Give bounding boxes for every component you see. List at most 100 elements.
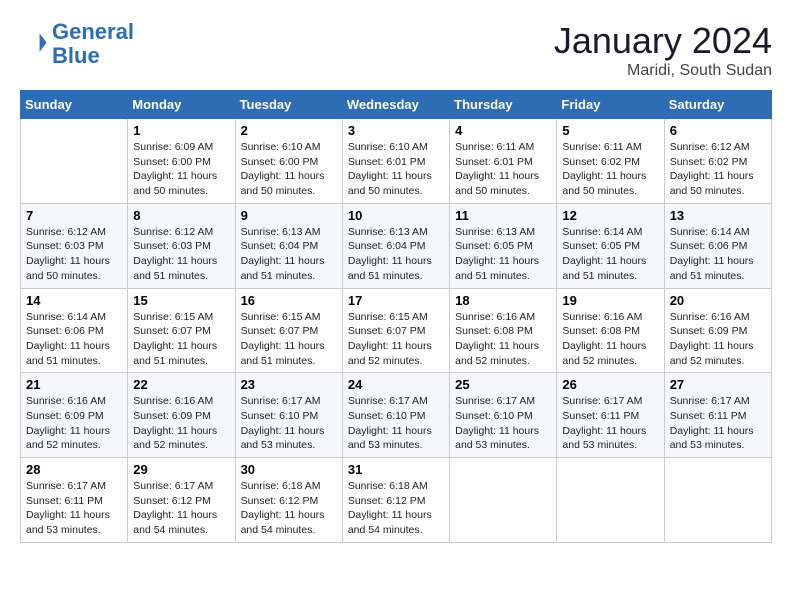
sunrise-label: Sunrise: 6:17 AM: [455, 395, 535, 407]
calendar-cell: 23 Sunrise: 6:17 AM Sunset: 6:10 PM Dayl…: [235, 373, 342, 458]
calendar-cell: 14 Sunrise: 6:14 AM Sunset: 6:06 PM Dayl…: [21, 288, 128, 373]
col-thursday: Thursday: [450, 91, 557, 119]
col-friday: Friday: [557, 91, 664, 119]
daylight-label: Daylight: 11 hours and 52 minutes.: [26, 425, 110, 452]
calendar-cell: 6 Sunrise: 6:12 AM Sunset: 6:02 PM Dayli…: [664, 119, 771, 204]
calendar-cell: 9 Sunrise: 6:13 AM Sunset: 6:04 PM Dayli…: [235, 203, 342, 288]
daylight-label: Daylight: 11 hours and 54 minutes.: [241, 509, 325, 536]
calendar-cell: 1 Sunrise: 6:09 AM Sunset: 6:00 PM Dayli…: [128, 119, 235, 204]
day-info: Sunrise: 6:11 AM Sunset: 6:01 PM Dayligh…: [455, 140, 551, 199]
sunset-label: Sunset: 6:12 PM: [133, 495, 211, 507]
calendar-cell: 10 Sunrise: 6:13 AM Sunset: 6:04 PM Dayl…: [342, 203, 449, 288]
day-info: Sunrise: 6:17 AM Sunset: 6:10 PM Dayligh…: [348, 394, 444, 453]
col-saturday: Saturday: [664, 91, 771, 119]
day-info: Sunrise: 6:17 AM Sunset: 6:10 PM Dayligh…: [455, 394, 551, 453]
calendar-cell: 5 Sunrise: 6:11 AM Sunset: 6:02 PM Dayli…: [557, 119, 664, 204]
sunset-label: Sunset: 6:05 PM: [562, 240, 640, 252]
daylight-label: Daylight: 11 hours and 52 minutes.: [133, 425, 217, 452]
location-title: Maridi, South Sudan: [554, 62, 772, 80]
day-info: Sunrise: 6:16 AM Sunset: 6:08 PM Dayligh…: [562, 310, 658, 369]
sunrise-label: Sunrise: 6:15 AM: [133, 311, 213, 323]
sunset-label: Sunset: 6:02 PM: [670, 156, 748, 168]
daylight-label: Daylight: 11 hours and 52 minutes.: [348, 340, 432, 367]
logo-icon: [20, 30, 48, 58]
calendar-cell: 27 Sunrise: 6:17 AM Sunset: 6:11 PM Dayl…: [664, 373, 771, 458]
sunset-label: Sunset: 6:09 PM: [133, 410, 211, 422]
day-number: 10: [348, 208, 444, 223]
sunrise-label: Sunrise: 6:17 AM: [133, 480, 213, 492]
col-tuesday: Tuesday: [235, 91, 342, 119]
calendar-week-1: 7 Sunrise: 6:12 AM Sunset: 6:03 PM Dayli…: [21, 203, 772, 288]
daylight-label: Daylight: 11 hours and 51 minutes.: [241, 255, 325, 282]
sunset-label: Sunset: 6:01 PM: [348, 156, 426, 168]
daylight-label: Daylight: 11 hours and 53 minutes.: [455, 425, 539, 452]
sunrise-label: Sunrise: 6:13 AM: [348, 226, 428, 238]
sunrise-label: Sunrise: 6:17 AM: [348, 395, 428, 407]
day-info: Sunrise: 6:17 AM Sunset: 6:11 PM Dayligh…: [562, 394, 658, 453]
sunrise-label: Sunrise: 6:16 AM: [133, 395, 213, 407]
sunrise-label: Sunrise: 6:15 AM: [241, 311, 321, 323]
calendar-cell: [21, 119, 128, 204]
calendar-cell: 11 Sunrise: 6:13 AM Sunset: 6:05 PM Dayl…: [450, 203, 557, 288]
day-info: Sunrise: 6:14 AM Sunset: 6:06 PM Dayligh…: [670, 225, 766, 284]
sunset-label: Sunset: 6:01 PM: [455, 156, 533, 168]
sunset-label: Sunset: 6:11 PM: [562, 410, 639, 422]
day-info: Sunrise: 6:12 AM Sunset: 6:02 PM Dayligh…: [670, 140, 766, 199]
day-number: 28: [26, 462, 122, 477]
day-info: Sunrise: 6:13 AM Sunset: 6:04 PM Dayligh…: [241, 225, 337, 284]
logo-general: General: [52, 19, 134, 44]
sunset-label: Sunset: 6:08 PM: [562, 325, 640, 337]
sunrise-label: Sunrise: 6:14 AM: [670, 226, 750, 238]
daylight-label: Daylight: 11 hours and 50 minutes.: [670, 170, 754, 197]
daylight-label: Daylight: 11 hours and 52 minutes.: [455, 340, 539, 367]
sunrise-label: Sunrise: 6:12 AM: [133, 226, 213, 238]
calendar-header-row: Sunday Monday Tuesday Wednesday Thursday…: [21, 91, 772, 119]
day-number: 8: [133, 208, 229, 223]
day-number: 23: [241, 377, 337, 392]
calendar-cell: 8 Sunrise: 6:12 AM Sunset: 6:03 PM Dayli…: [128, 203, 235, 288]
day-info: Sunrise: 6:11 AM Sunset: 6:02 PM Dayligh…: [562, 140, 658, 199]
sunset-label: Sunset: 6:09 PM: [670, 325, 748, 337]
day-info: Sunrise: 6:18 AM Sunset: 6:12 PM Dayligh…: [241, 479, 337, 538]
sunrise-label: Sunrise: 6:16 AM: [562, 311, 642, 323]
sunset-label: Sunset: 6:07 PM: [348, 325, 426, 337]
day-number: 24: [348, 377, 444, 392]
calendar-cell: 4 Sunrise: 6:11 AM Sunset: 6:01 PM Dayli…: [450, 119, 557, 204]
sunset-label: Sunset: 6:04 PM: [348, 240, 426, 252]
calendar-cell: 2 Sunrise: 6:10 AM Sunset: 6:00 PM Dayli…: [235, 119, 342, 204]
calendar-cell: 22 Sunrise: 6:16 AM Sunset: 6:09 PM Dayl…: [128, 373, 235, 458]
calendar-cell: 26 Sunrise: 6:17 AM Sunset: 6:11 PM Dayl…: [557, 373, 664, 458]
calendar-cell: 24 Sunrise: 6:17 AM Sunset: 6:10 PM Dayl…: [342, 373, 449, 458]
sunrise-label: Sunrise: 6:17 AM: [562, 395, 642, 407]
day-info: Sunrise: 6:17 AM Sunset: 6:11 PM Dayligh…: [670, 394, 766, 453]
day-number: 21: [26, 377, 122, 392]
daylight-label: Daylight: 11 hours and 54 minutes.: [133, 509, 217, 536]
logo-text: General Blue: [52, 20, 134, 68]
day-number: 6: [670, 123, 766, 138]
day-info: Sunrise: 6:16 AM Sunset: 6:08 PM Dayligh…: [455, 310, 551, 369]
daylight-label: Daylight: 11 hours and 51 minutes.: [133, 255, 217, 282]
sunrise-label: Sunrise: 6:09 AM: [133, 141, 213, 153]
daylight-label: Daylight: 11 hours and 51 minutes.: [241, 340, 325, 367]
logo: General Blue: [20, 20, 134, 68]
daylight-label: Daylight: 11 hours and 51 minutes.: [562, 255, 646, 282]
sunrise-label: Sunrise: 6:16 AM: [670, 311, 750, 323]
day-number: 12: [562, 208, 658, 223]
day-info: Sunrise: 6:17 AM Sunset: 6:11 PM Dayligh…: [26, 479, 122, 538]
day-number: 15: [133, 293, 229, 308]
day-number: 2: [241, 123, 337, 138]
daylight-label: Daylight: 11 hours and 53 minutes.: [348, 425, 432, 452]
col-monday: Monday: [128, 91, 235, 119]
day-info: Sunrise: 6:14 AM Sunset: 6:05 PM Dayligh…: [562, 225, 658, 284]
sunrise-label: Sunrise: 6:12 AM: [670, 141, 750, 153]
day-info: Sunrise: 6:15 AM Sunset: 6:07 PM Dayligh…: [241, 310, 337, 369]
sunrise-label: Sunrise: 6:18 AM: [241, 480, 321, 492]
sunrise-label: Sunrise: 6:14 AM: [562, 226, 642, 238]
sunset-label: Sunset: 6:11 PM: [26, 495, 103, 507]
day-number: 9: [241, 208, 337, 223]
calendar-cell: 19 Sunrise: 6:16 AM Sunset: 6:08 PM Dayl…: [557, 288, 664, 373]
daylight-label: Daylight: 11 hours and 53 minutes.: [562, 425, 646, 452]
day-number: 18: [455, 293, 551, 308]
calendar-cell: 30 Sunrise: 6:18 AM Sunset: 6:12 PM Dayl…: [235, 458, 342, 543]
logo-blue: Blue: [52, 43, 100, 68]
